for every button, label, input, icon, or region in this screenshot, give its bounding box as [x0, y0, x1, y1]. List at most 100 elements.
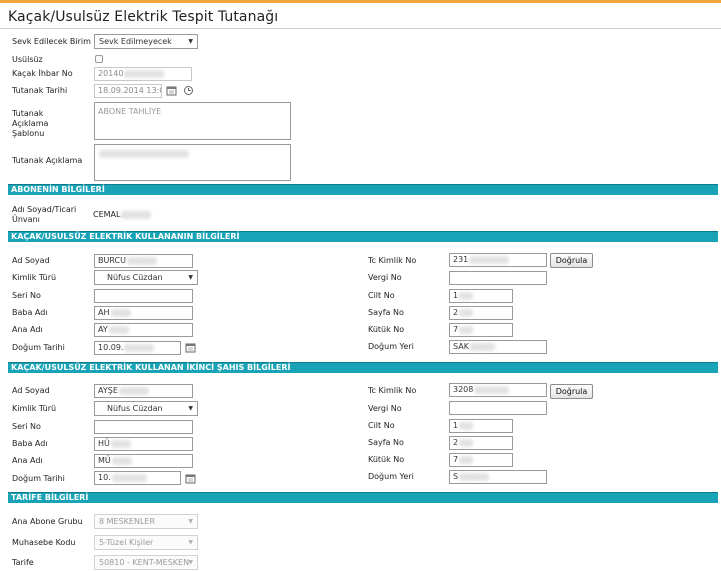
i-dyeri-input[interactable]: S: [449, 470, 547, 484]
calendar-icon[interactable]: [185, 473, 196, 484]
sablon-textarea[interactable]: ABONE TAHLİYE: [94, 102, 291, 140]
muhasebe-value: 5-Tüzel Kişiler: [99, 538, 154, 547]
title-divider: [0, 28, 721, 29]
k-tc-label: Tc Kimlik No: [368, 256, 417, 265]
redacted-mark: [111, 456, 132, 465]
redacted-mark: [459, 455, 474, 464]
tarih-input[interactable]: 18.09.2014 13:00: [94, 84, 162, 98]
i-ad-input[interactable]: AYŞE: [94, 384, 193, 398]
i-ana-value: MÜ: [98, 456, 111, 465]
aciklama-textarea[interactable]: [94, 144, 291, 181]
chevron-down-icon: ▼: [188, 518, 193, 525]
calendar-icon[interactable]: [166, 85, 177, 96]
muhasebe-label: Muhasebe Kodu: [12, 538, 76, 547]
top-accent-line: [0, 0, 721, 3]
k-cilt-label: Cilt No: [368, 291, 395, 300]
i-kutuk-input[interactable]: 7: [449, 453, 513, 467]
i-cilt-input[interactable]: 1: [449, 419, 513, 433]
page-title: Kaçak/Usulsüz Elektrik Tespit Tutanağı: [8, 9, 279, 25]
clock-icon[interactable]: [183, 85, 194, 96]
i-cilt-label: Cilt No: [368, 421, 395, 430]
tarife-grup-select[interactable]: 8 MESKENLER ▼: [94, 514, 198, 529]
i-dogum-value: 10.: [98, 473, 111, 482]
k-dogum-value: 10.09.: [98, 343, 124, 352]
i-vergi-input[interactable]: [449, 401, 547, 415]
usulsuz-checkbox[interactable]: [95, 55, 103, 63]
k-baba-input[interactable]: AH: [94, 306, 193, 320]
redacted-mark: [469, 342, 495, 351]
usulsuz-label: Usülsüz: [12, 55, 43, 64]
k-dogum-input[interactable]: 10.09.: [94, 341, 181, 355]
k-seri-label: Seri No: [12, 291, 41, 300]
ihbar-value: 20140: [98, 69, 124, 78]
kullanan-section-header: KAÇAK/USULSÜZ ELEKTRİK KULLANANIN BİLGİL…: [8, 231, 718, 242]
k-kutuk-input[interactable]: 7: [449, 323, 513, 337]
tarife-section-header: TARİFE BİLGİLERİ: [8, 492, 718, 503]
k-ana-input[interactable]: AY: [94, 323, 193, 337]
k-tc-input[interactable]: 231: [449, 253, 547, 267]
i-kimlik-select[interactable]: Nüfus Cüzdan ▼: [94, 401, 198, 416]
i-vergi-label: Vergi No: [368, 404, 402, 413]
redacted-mark: [459, 438, 474, 447]
sevk-select[interactable]: Sevk Edilmeyecek ▼: [94, 34, 198, 49]
calendar-icon[interactable]: [185, 342, 196, 353]
k-kimlik-value: Nüfus Cüzdan: [107, 273, 163, 282]
tarife-select[interactable]: 50810 - KENT-MESKEN ▼: [94, 555, 198, 570]
tarife-grup-label: Ana Abone Grubu: [12, 517, 83, 526]
i-dogrula-button[interactable]: Doğrula: [550, 384, 593, 399]
i-cilt-value: 1: [453, 421, 459, 430]
redacted-mark: [111, 473, 147, 482]
i-dogum-input[interactable]: 10.: [94, 471, 181, 485]
sevk-label: Sevk Edilecek Birim: [12, 37, 91, 46]
sablon-label: Tutanak Açıklama Şablonu: [12, 109, 49, 138]
k-kimlik-label: Kimlik Türü: [12, 273, 57, 282]
i-kimlik-value: Nüfus Cüzdan: [107, 404, 163, 413]
redacted-mark: [459, 325, 474, 334]
redacted-mark: [459, 291, 474, 300]
redacted-mark: [118, 386, 149, 395]
redacted-mark: [121, 210, 152, 219]
ihbar-input[interactable]: 20140: [94, 67, 192, 81]
i-sayfa-input[interactable]: 2: [449, 436, 513, 450]
i-tc-input[interactable]: 3208: [449, 383, 547, 397]
i-tc-label: Tc Kimlik No: [368, 386, 417, 395]
k-vergi-input[interactable]: [449, 271, 547, 285]
k-cilt-input[interactable]: 1: [449, 289, 513, 303]
muhasebe-select[interactable]: 5-Tüzel Kişiler ▼: [94, 535, 198, 550]
k-tc-value: 231: [453, 255, 469, 264]
k-dyeri-input[interactable]: SAK: [449, 340, 547, 354]
sevk-value: Sevk Edilmeyecek: [99, 37, 172, 46]
k-kutuk-label: Kütük No: [368, 325, 405, 334]
k-ad-label: Ad Soyad: [12, 256, 50, 265]
k-vergi-label: Vergi No: [368, 273, 402, 282]
aciklama-label: Tutanak Açıklama: [12, 156, 83, 165]
k-sayfa-value: 2: [453, 308, 459, 317]
k-cilt-value: 1: [453, 291, 459, 300]
tarife-value: 50810 - KENT-MESKEN: [99, 558, 190, 567]
k-ana-value: AY: [98, 325, 108, 334]
i-ad-value: AYŞE: [98, 386, 118, 395]
redacted-mark: [108, 325, 129, 334]
i-seri-input[interactable]: [94, 420, 193, 434]
k-seri-input[interactable]: [94, 289, 193, 303]
i-kutuk-label: Kütük No: [368, 455, 405, 464]
k-ad-input[interactable]: BURCU: [94, 254, 193, 268]
i-baba-value: HÜ: [98, 439, 110, 448]
i-kimlik-label: Kimlik Türü: [12, 404, 57, 413]
abone-name-value: CEMAL: [93, 210, 152, 220]
tarife-label: Tarife: [12, 558, 34, 567]
i-baba-input[interactable]: HÜ: [94, 437, 193, 451]
k-sayfa-input[interactable]: 2: [449, 306, 513, 320]
chevron-down-icon: ▼: [188, 38, 193, 45]
abone-section-header: ABONENİN BİLGİLERİ: [8, 184, 718, 195]
k-dogrula-button[interactable]: Doğrula: [550, 253, 593, 268]
k-dogum-label: Doğum Tarihi: [12, 343, 65, 352]
i-baba-label: Baba Adı: [12, 439, 48, 448]
k-kutuk-value: 7: [453, 325, 459, 334]
k-kimlik-select[interactable]: Nüfus Cüzdan ▼: [94, 270, 198, 285]
tarife-grup-value: 8 MESKENLER: [99, 517, 156, 526]
redacted-mark: [459, 472, 490, 481]
ikinci-section-header: KAÇAK/USULSÜZ ELEKTRİK KULLANAN İKİNCİ Ş…: [8, 362, 718, 373]
i-ana-input[interactable]: MÜ: [94, 454, 193, 468]
i-ana-label: Ana Adı: [12, 456, 43, 465]
